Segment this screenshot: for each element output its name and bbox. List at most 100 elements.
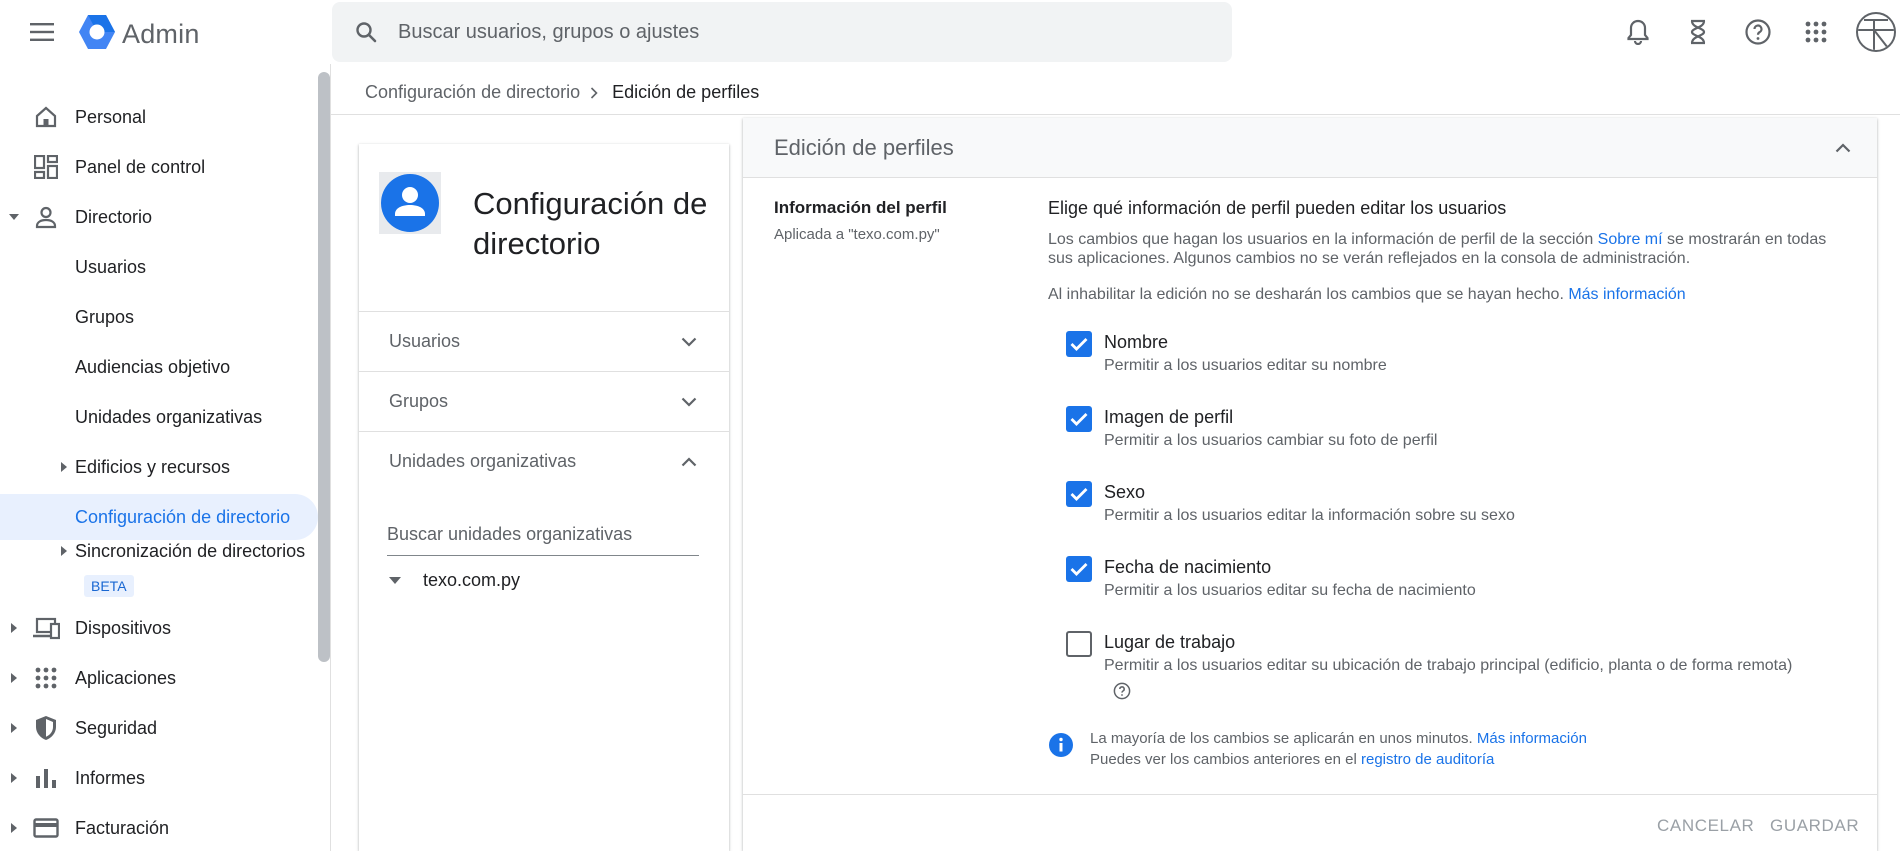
ou-search-field[interactable] <box>387 516 699 556</box>
breadcrumb-current: Edición de perfiles <box>612 82 760 102</box>
apps-grid-icon <box>32 664 60 692</box>
chevron-up-icon[interactable] <box>1831 136 1855 160</box>
chevron-up-icon[interactable] <box>677 450 701 474</box>
ou-search-input[interactable] <box>387 516 699 545</box>
caret-right-icon[interactable] <box>8 822 20 834</box>
sidebar-item-devices[interactable]: Dispositivos <box>0 605 318 651</box>
chevron-down-icon[interactable] <box>677 330 701 354</box>
sidebar-divider <box>330 64 331 851</box>
sidebar-item-buildings[interactable]: Edificios y recursos <box>0 444 318 490</box>
sidebar-item-billing[interactable]: Facturación <box>0 805 318 851</box>
caret-down-icon[interactable] <box>389 575 405 587</box>
avatar[interactable] <box>1856 12 1896 52</box>
profile-editing-panel: Edición de perfiles Información del perf… <box>743 118 1877 851</box>
sidebar-item-directory-sync[interactable]: Sincronización de directorios <box>0 536 318 566</box>
sidebar-item-label: Edificios y recursos <box>75 456 231 477</box>
sidebar-item-directory-settings[interactable]: Configuración de directorio <box>0 494 318 540</box>
save-button[interactable]: GUARDAR <box>1770 816 1859 836</box>
ou-root-label: texo.com.py <box>423 570 521 590</box>
setting-note: Al inhabilitar la edición no se desharán… <box>1048 286 1838 304</box>
apps-grid-icon[interactable] <box>1800 16 1832 48</box>
sidebar-item-reports[interactable]: Informes <box>0 755 318 801</box>
app-title: Admin <box>122 19 200 49</box>
footer-divider <box>743 794 1877 795</box>
bar-chart-icon <box>32 764 60 792</box>
section-users[interactable]: Usuarios <box>359 312 729 372</box>
sidebar-item-label: Facturación <box>75 817 170 838</box>
sidebar-item-users[interactable]: Usuarios <box>0 244 318 290</box>
sidebar-item-groups[interactable]: Grupos <box>0 294 318 340</box>
option-label: Fecha de nacimiento <box>1104 557 1272 577</box>
setting-heading: Elige qué información de perfil pueden e… <box>1048 198 1507 218</box>
sidebar-item-label: Aplicaciones <box>75 667 177 688</box>
sidebar-item-label: Directorio <box>75 206 153 227</box>
option-label: Lugar de trabajo <box>1104 632 1236 652</box>
setting-applied-to: Aplicada a "texo.com.py" <box>774 226 940 243</box>
sidebar-scrollbar[interactable] <box>318 72 330 662</box>
section-groups[interactable]: Grupos <box>359 372 729 432</box>
card-title: Configuración de directorio <box>473 186 708 261</box>
sidebar-item-label: Informes <box>75 767 146 788</box>
caret-right-icon[interactable] <box>8 772 20 784</box>
search-bar[interactable] <box>332 2 1232 62</box>
about-me-link[interactable]: Sobre mí <box>1598 231 1663 248</box>
info-text: Puedes ver los cambios anteriores en el <box>1090 751 1361 768</box>
caret-right-icon[interactable] <box>8 722 20 734</box>
sidebar-item-apps[interactable]: Aplicaciones <box>0 655 318 701</box>
sidebar-item-label: Dispositivos <box>75 617 172 638</box>
audit-log-link[interactable]: registro de auditoría <box>1361 751 1494 768</box>
caret-down-icon[interactable] <box>8 211 20 223</box>
chevron-down-icon[interactable] <box>677 390 701 414</box>
caret-right-icon[interactable] <box>8 622 20 634</box>
ou-tree-root[interactable]: texo.com.py <box>387 570 520 591</box>
caret-right-icon[interactable] <box>58 545 70 557</box>
option-description: Permitir a los usuarios editar su nombre <box>1104 357 1387 374</box>
sidebar-item-dashboard[interactable]: Panel de control <box>0 144 318 190</box>
sidebar-item-label: Seguridad <box>75 717 158 738</box>
section-label: Usuarios <box>389 331 461 351</box>
description-text: Los cambios que hagan los usuarios en la… <box>1048 231 1598 248</box>
section-org-units[interactable]: Unidades organizativas <box>359 432 729 492</box>
help-icon[interactable] <box>1742 16 1774 48</box>
checkbox-gender[interactable] <box>1066 481 1092 507</box>
option-description: Permitir a los usuarios editar su ubicac… <box>1104 657 1793 674</box>
checkbox-name[interactable] <box>1066 331 1092 357</box>
option-label: Sexo <box>1104 482 1146 502</box>
option-description: Permitir a los usuarios cambiar su foto … <box>1104 432 1438 449</box>
sidebar-item-directory[interactable]: Directorio <box>0 194 318 240</box>
checkbox-profile-image[interactable] <box>1066 406 1092 432</box>
learn-more-link[interactable]: Más información <box>1568 286 1685 303</box>
sidebar-item-personal[interactable]: Personal <box>0 94 318 140</box>
sidebar-item-label: Grupos <box>75 306 135 327</box>
option-description: Permitir a los usuarios editar la inform… <box>1104 507 1515 524</box>
setting-name: Información del perfil <box>774 198 947 217</box>
search-icon[interactable] <box>352 18 380 46</box>
section-label: Grupos <box>389 391 449 411</box>
beta-badge: BETA <box>84 575 134 597</box>
admin-logo[interactable]: Admin <box>78 14 200 55</box>
sidebar: Personal Panel de control Directorio Usu… <box>0 64 320 851</box>
bell-icon[interactable] <box>1622 16 1654 48</box>
help-icon[interactable] <box>1112 681 1132 701</box>
sidebar-item-security[interactable]: Seguridad <box>0 705 318 751</box>
option-description: Permitir a los usuarios editar su fecha … <box>1104 582 1476 599</box>
sidebar-item-label: Personal <box>75 106 147 127</box>
cancel-button[interactable]: CANCELAR <box>1657 816 1754 836</box>
panel-header[interactable]: Edición de perfiles <box>743 118 1877 178</box>
breadcrumb-parent[interactable]: Configuración de directorio <box>365 82 580 103</box>
checkbox-birthdate[interactable] <box>1066 556 1092 582</box>
credit-card-icon <box>32 814 60 842</box>
hourglass-icon[interactable] <box>1682 16 1714 48</box>
checkbox-workplace[interactable] <box>1066 631 1092 657</box>
sidebar-item-label: Configuración de directorio <box>75 506 291 527</box>
search-input[interactable] <box>398 20 1198 44</box>
caret-right-icon[interactable] <box>8 672 20 684</box>
menu-icon[interactable] <box>28 18 56 46</box>
sidebar-item-org-units[interactable]: Unidades organizativas <box>0 394 318 440</box>
option-label: Imagen de perfil <box>1104 407 1234 427</box>
learn-more-link[interactable]: Más información <box>1477 730 1587 747</box>
admin-hexagon-icon <box>78 14 116 55</box>
setting-description: Los cambios que hagan los usuarios en la… <box>1048 230 1838 268</box>
sidebar-item-target-audiences[interactable]: Audiencias objetivo <box>0 344 318 390</box>
caret-right-icon[interactable] <box>58 461 70 473</box>
